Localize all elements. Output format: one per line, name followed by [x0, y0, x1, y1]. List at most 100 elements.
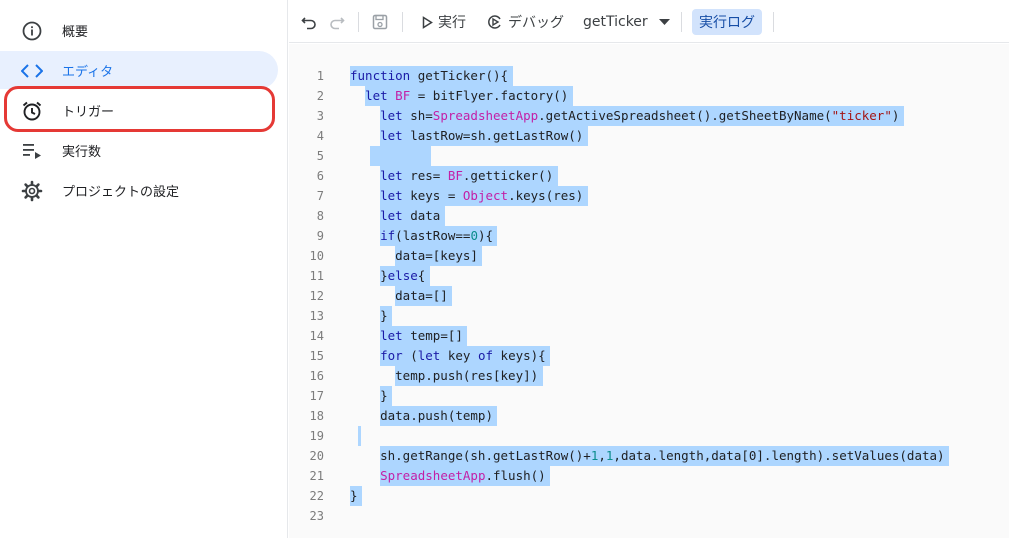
undo-button[interactable] [301, 10, 317, 34]
sidebar-item-executions[interactable]: 実行数 [0, 131, 278, 169]
line-number: 4 [316, 129, 324, 143]
line-number: 9 [316, 229, 324, 243]
code-line-text: } [350, 386, 393, 406]
sidebar-item-label: 実行数 [62, 144, 102, 160]
code-line[interactable]: 14 let temp=[] [289, 326, 1009, 346]
line-number: 15 [309, 349, 324, 363]
code-editor[interactable]: 1 function getTicker(){2 let BF = bitFlye… [289, 44, 1009, 538]
toolbar-divider [773, 12, 774, 32]
code-line-text: let BF = bitFlyer.factory() [350, 86, 573, 106]
code-line[interactable]: 6 let res= BF.getticker() [289, 166, 1009, 186]
code-line-text: let res= BF.getticker() [350, 166, 558, 186]
code-line[interactable]: 4 let lastRow=sh.getLastRow() [289, 126, 1009, 146]
code-line-text: data=[] [350, 286, 453, 306]
code-line[interactable]: 19 [289, 426, 1009, 446]
code-line-text: } [350, 306, 393, 326]
executions-list-icon [21, 140, 43, 162]
code-line-text: }else{ [350, 266, 430, 286]
gear-icon [21, 180, 43, 202]
sidebar-item-overview[interactable]: 概要 [0, 11, 278, 49]
code-icon [21, 60, 43, 82]
play-icon [422, 15, 433, 29]
line-number: 6 [316, 169, 324, 183]
line-number: 13 [309, 309, 324, 323]
debug-icon [487, 14, 503, 30]
info-icon [21, 20, 43, 42]
function-select[interactable]: getTicker [583, 10, 670, 34]
code-line[interactable]: 8 let data [289, 206, 1009, 226]
code-line[interactable]: 21 SpreadsheetApp.flush() [289, 466, 1009, 486]
code-line[interactable]: 22} [289, 486, 1009, 506]
toolbar-divider [681, 12, 682, 32]
selection-highlight [370, 146, 431, 166]
save-button[interactable] [372, 10, 388, 34]
code-line[interactable]: 5 [289, 146, 1009, 166]
debug-label: デバッグ [508, 15, 564, 31]
undo-icon [301, 14, 317, 30]
editor-toolbar: 実行 デバッグ getTicker 実行ログ [289, 0, 1009, 43]
code-line-text: let sh=SpreadsheetApp.getActiveSpreadshe… [350, 106, 904, 126]
code-line-text: let temp=[] [350, 326, 468, 346]
sidebar-item-label: 概要 [62, 24, 89, 40]
code-line[interactable]: 20 sh.getRange(sh.getLastRow()+1,1,data.… [289, 446, 1009, 466]
function-select-value: getTicker [583, 14, 648, 30]
redo-button[interactable] [329, 10, 345, 34]
redo-icon [329, 14, 345, 30]
code-line[interactable]: 7 let keys = Object.keys(res) [289, 186, 1009, 206]
sidebar-item-label: プロジェクトの設定 [62, 184, 180, 200]
code-line[interactable]: 12 data=[] [289, 286, 1009, 306]
line-number: 3 [316, 109, 324, 123]
code-line[interactable]: 10 data=[keys] [289, 246, 1009, 266]
code-line[interactable]: 23 [289, 506, 1009, 526]
execution-log-button[interactable]: 実行ログ [692, 9, 762, 35]
code-line-text: function getTicker(){ [350, 66, 513, 86]
code-line[interactable]: 13 } [289, 306, 1009, 326]
code-line-text: let lastRow=sh.getLastRow() [350, 126, 588, 146]
code-line[interactable]: 18 data.push(temp) [289, 406, 1009, 426]
execution-log-label: 実行ログ [699, 15, 755, 31]
toolbar-divider [358, 12, 359, 32]
code-line[interactable]: 2 let BF = bitFlyer.factory() [289, 86, 1009, 106]
code-line-text: temp.push(res[key]) [350, 366, 543, 386]
code-line[interactable]: 11 }else{ [289, 266, 1009, 286]
line-number: 10 [309, 249, 324, 263]
line-number: 5 [316, 149, 324, 163]
line-number: 12 [309, 289, 324, 303]
sidebar-item-editor[interactable]: エディタ [0, 51, 278, 89]
caret-down-icon [658, 19, 670, 25]
line-number: 17 [309, 389, 324, 403]
code-line[interactable]: 17 } [289, 386, 1009, 406]
code-line-text: for (let key of keys){ [350, 346, 551, 366]
code-line-text: let keys = Object.keys(res) [350, 186, 588, 206]
run-label: 実行 [438, 15, 466, 31]
code-line-text: data.push(temp) [350, 406, 498, 426]
line-number: 20 [309, 449, 324, 463]
code-line[interactable]: 9 if(lastRow==0){ [289, 226, 1009, 246]
line-number: 14 [309, 329, 324, 343]
code-line-text: let data [350, 206, 445, 226]
code-line-text: SpreadsheetApp.flush() [350, 466, 551, 486]
trigger-highlight-ring [4, 86, 275, 132]
code-line[interactable]: 3 let sh=SpreadsheetApp.getActiveSpreads… [289, 106, 1009, 126]
code-line[interactable]: 1 function getTicker(){ [289, 66, 1009, 86]
line-number: 11 [309, 269, 324, 283]
save-icon [372, 14, 388, 30]
run-button[interactable]: 実行 [422, 10, 466, 34]
sidebar-item-label: エディタ [62, 64, 114, 80]
line-number: 22 [309, 489, 324, 503]
sidebar-item-project-settings[interactable]: プロジェクトの設定 [0, 171, 278, 209]
line-number: 1 [316, 69, 324, 83]
code-line[interactable]: 15 for (let key of keys){ [289, 346, 1009, 366]
toolbar-divider [402, 12, 403, 32]
code-line-text: } [350, 486, 363, 506]
line-number: 23 [309, 509, 324, 523]
sidebar: 概要 エディタ トリガー 実行数 プロジェクトの設定 [0, 0, 288, 538]
code-line-text: data=[keys] [350, 246, 483, 266]
code-line[interactable]: 16 temp.push(res[key]) [289, 366, 1009, 386]
line-number: 18 [309, 409, 324, 423]
line-number: 16 [309, 369, 324, 383]
line-number: 7 [316, 189, 324, 203]
line-number: 8 [316, 209, 324, 223]
line-number: 19 [309, 429, 324, 443]
debug-button[interactable]: デバッグ [487, 10, 564, 34]
